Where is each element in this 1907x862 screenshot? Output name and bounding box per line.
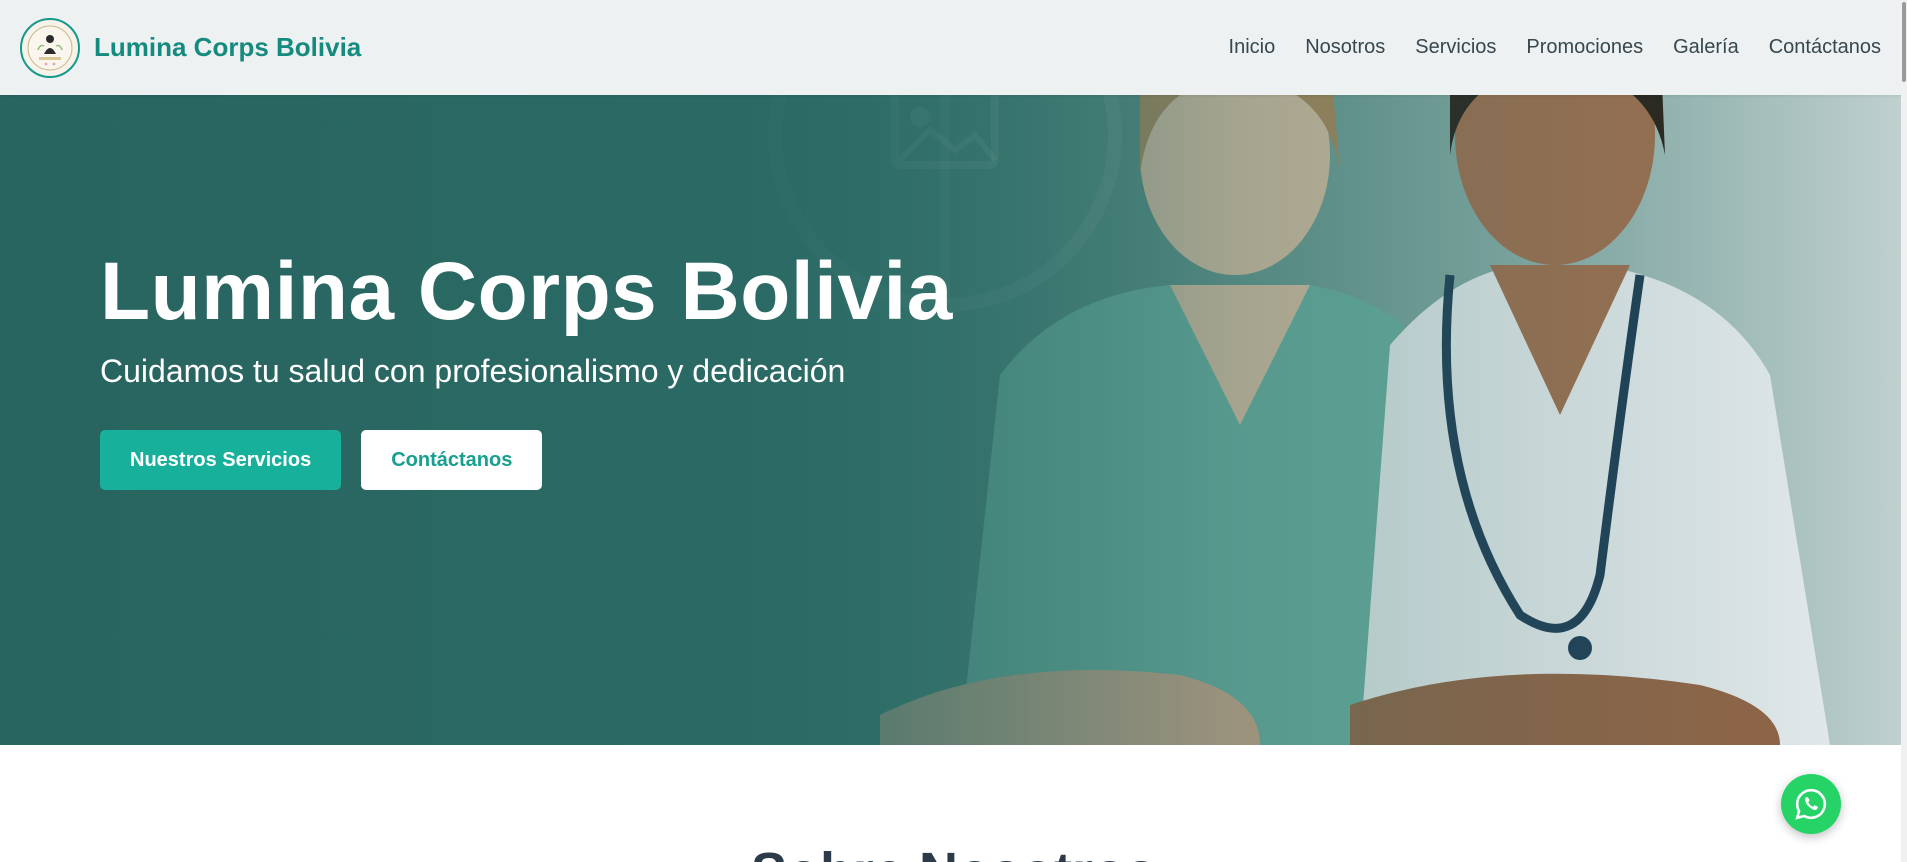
nav-item-contactanos[interactable]: Contáctanos: [1769, 36, 1881, 59]
nav-item-inicio[interactable]: Inicio: [1229, 36, 1276, 59]
about-section: Sobre Nosotros: [0, 745, 1907, 862]
logo-emblem-icon: [27, 25, 73, 70]
whatsapp-icon: [1795, 788, 1827, 820]
brand-name: Lumina Corps Bolivia: [94, 32, 362, 62]
page-scrollbar[interactable]: [1901, 0, 1907, 862]
page: Lumina Corps Bolivia Inicio Nosotros Ser…: [0, 0, 1907, 862]
nav-item-galeria[interactable]: Galería: [1673, 36, 1739, 59]
nav-item-promociones[interactable]: Promociones: [1526, 36, 1643, 59]
hero-subtitle: Cuidamos tu salud con profesionalismo y …: [100, 353, 846, 389]
nav-item-nosotros[interactable]: Nosotros: [1305, 36, 1385, 59]
hero-title: Lumina Corps Bolivia: [100, 246, 953, 337]
hero-buttons: Nuestros Servicios Contáctanos: [100, 430, 953, 490]
hero-content: Lumina Corps Bolivia Cuidamos tu salud c…: [100, 245, 953, 490]
main-nav: Inicio Nosotros Servicios Promociones Ga…: [1229, 0, 1881, 95]
hero-section: Lumina Corps Bolivia Cuidamos tu salud c…: [0, 95, 1907, 745]
site-header: Lumina Corps Bolivia Inicio Nosotros Ser…: [0, 0, 1907, 95]
scrollbar-thumb[interactable]: [1902, 2, 1906, 82]
logo: [20, 17, 80, 78]
services-button[interactable]: Nuestros Servicios: [100, 430, 342, 490]
brand-link[interactable]: Lumina Corps Bolivia: [20, 17, 362, 78]
nav-item-servicios[interactable]: Servicios: [1415, 36, 1496, 59]
whatsapp-button[interactable]: [1781, 774, 1841, 834]
about-section-title: Sobre Nosotros: [0, 841, 1907, 862]
contact-button[interactable]: Contáctanos: [361, 430, 543, 490]
